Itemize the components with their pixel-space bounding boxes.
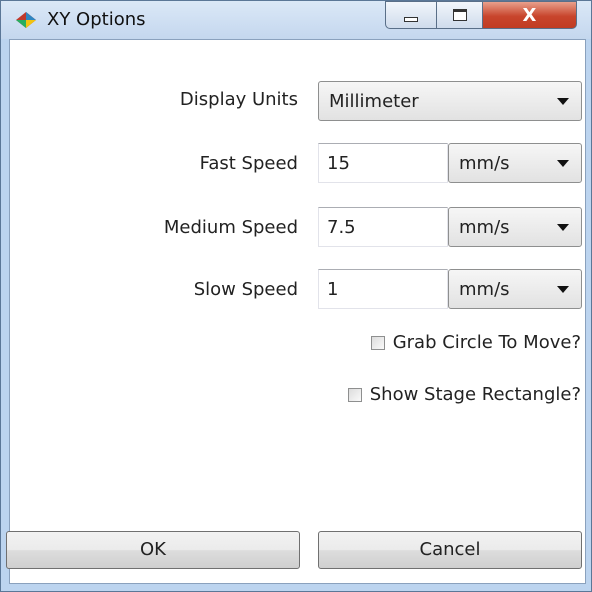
slow-speed-value: 1 — [327, 279, 339, 300]
ok-button[interactable]: OK — [6, 531, 300, 569]
medium-speed-input[interactable]: 7.5 — [318, 207, 448, 247]
minimize-button[interactable] — [385, 1, 437, 29]
slow-speed-unit-value: mm/s — [459, 279, 510, 300]
display-units-select[interactable]: Millimeter — [318, 81, 582, 121]
slow-speed-input[interactable]: 1 — [318, 269, 448, 309]
medium-speed-unit-select[interactable]: mm/s — [448, 207, 582, 247]
show-stage-checkbox[interactable] — [347, 387, 362, 402]
slow-speed-unit-select[interactable]: mm/s — [448, 269, 582, 309]
app-diamond-icon — [16, 12, 36, 28]
fast-speed-input[interactable]: 15 — [318, 143, 448, 183]
window-title: XY Options — [47, 9, 146, 30]
slow-speed-label: Slow Speed — [193, 279, 298, 300]
chevron-down-icon — [557, 224, 569, 231]
maximize-icon — [452, 9, 467, 21]
display-units-value: Millimeter — [329, 91, 419, 112]
window-controls: X — [385, 1, 577, 31]
chevron-down-icon — [557, 286, 569, 293]
fast-speed-unit-select[interactable]: mm/s — [448, 143, 582, 183]
dialog-window: XY Options X Display Units Millimeter Fa… — [0, 0, 592, 592]
dialog-content: Display Units Millimeter Fast Speed 15 m… — [6, 39, 586, 584]
show-stage-label: Show Stage Rectangle? — [369, 384, 581, 405]
fast-speed-value: 15 — [327, 153, 350, 174]
maximize-button[interactable] — [437, 1, 483, 29]
grab-circle-label: Grab Circle To Move? — [392, 332, 581, 353]
cancel-button[interactable]: Cancel — [318, 531, 582, 569]
close-button[interactable]: X — [483, 1, 577, 29]
chevron-down-icon — [557, 98, 569, 105]
fast-speed-unit-value: mm/s — [459, 153, 510, 174]
display-units-label: Display Units — [179, 89, 298, 110]
grab-circle-option[interactable]: Grab Circle To Move? — [370, 332, 581, 353]
fast-speed-label: Fast Speed — [199, 153, 298, 174]
minimize-icon — [404, 16, 418, 22]
show-stage-option[interactable]: Show Stage Rectangle? — [347, 384, 581, 405]
medium-speed-unit-value: mm/s — [459, 217, 510, 238]
grab-circle-checkbox[interactable] — [370, 335, 385, 350]
chevron-down-icon — [557, 160, 569, 167]
close-icon: X — [522, 4, 537, 26]
medium-speed-value: 7.5 — [327, 217, 356, 238]
title-bar[interactable]: XY Options X — [1, 1, 591, 39]
medium-speed-label: Medium Speed — [163, 217, 298, 238]
